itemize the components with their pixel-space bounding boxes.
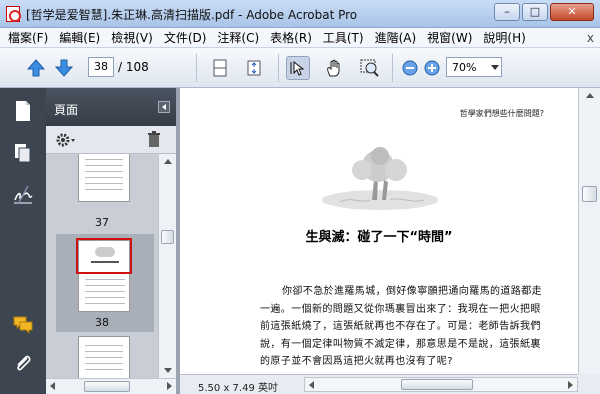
scroll-thumb[interactable] bbox=[401, 379, 473, 390]
menu-bar: 檔案(F) 編輯(E) 檢視(V) 文件(D) 注释(C) 表格(R) 工具(T) 進階(A)… bbox=[0, 28, 600, 48]
comments-icon[interactable] bbox=[12, 314, 34, 336]
scroll-thumb[interactable] bbox=[582, 186, 597, 202]
close-button[interactable]: ✕ bbox=[550, 3, 594, 21]
trash-icon[interactable] bbox=[146, 130, 162, 151]
arrow-down-icon[interactable] bbox=[52, 56, 76, 80]
scroll-up-icon[interactable] bbox=[586, 93, 594, 98]
menu-item[interactable]: 進階(A) bbox=[375, 28, 417, 48]
menu-item[interactable]: 編輯(E) bbox=[59, 28, 100, 48]
document-scrollbar[interactable] bbox=[578, 88, 600, 374]
hand-icon[interactable] bbox=[322, 56, 346, 80]
status-bar: 5.50 x 7.49 英吋 bbox=[180, 374, 578, 394]
title-bar: [哲学是爱智慧].朱正琳.高清扫描版.pdf - Adobe Acrobat P… bbox=[0, 0, 600, 28]
zoom-out-icon[interactable] bbox=[398, 56, 422, 80]
menu-item[interactable]: 檔案(F) bbox=[8, 28, 48, 48]
close-document-button[interactable]: x bbox=[587, 31, 594, 45]
menu-item[interactable]: 表格(R) bbox=[270, 28, 312, 48]
panel-header: 頁面 bbox=[46, 88, 176, 126]
fit-page-icon[interactable] bbox=[242, 56, 266, 80]
document-view: 哲學家們想些什麽問題? 生與滅：碰了一下“時間” 你卻不急於進羅馬城，倒好像寧願… bbox=[180, 88, 600, 394]
page-size-readout: 5.50 x 7.49 英吋 bbox=[198, 383, 278, 394]
menu-item[interactable]: 工具(T) bbox=[323, 28, 364, 48]
scroll-up-icon[interactable] bbox=[164, 159, 172, 164]
pages-icon[interactable] bbox=[12, 100, 34, 122]
zoom-select[interactable]: 70% bbox=[446, 57, 502, 77]
options-gear-icon[interactable] bbox=[54, 130, 78, 153]
body-paragraph: 你卻不急於進羅馬城，倒好像寧願把通向羅馬的道路都走一遍。一個新的問題又從你瑪裏冒… bbox=[260, 283, 550, 371]
page-thumbnail[interactable] bbox=[78, 154, 130, 202]
collapse-panel-button[interactable] bbox=[158, 101, 170, 113]
document-horizontal-scrollbar[interactable] bbox=[304, 377, 578, 392]
signature-icon[interactable] bbox=[12, 184, 34, 206]
running-head: 哲學家們想些什麽問題? bbox=[459, 109, 544, 118]
thumbnail-list: 37 38 bbox=[46, 154, 158, 378]
scroll-left-icon[interactable] bbox=[309, 381, 314, 389]
navigation-rail bbox=[0, 88, 46, 394]
maximize-button[interactable]: □ bbox=[522, 3, 548, 21]
select-cursor-icon[interactable] bbox=[286, 56, 310, 80]
scroll-thumb[interactable] bbox=[161, 230, 174, 244]
zoom-value: 70% bbox=[452, 61, 477, 74]
minimize-button[interactable]: – bbox=[494, 3, 520, 21]
panel-title: 頁面 bbox=[54, 103, 79, 117]
paragraph-text: 你卻不急於進羅馬城，倒好像寧願把通向羅馬的道路都走一遍。一個新的問題又從你瑪裏冒… bbox=[260, 286, 542, 367]
menu-item[interactable]: 文件(D) bbox=[164, 28, 207, 48]
thumbnail-label: 37 bbox=[95, 216, 109, 229]
menu-item[interactable]: 注释(C) bbox=[217, 28, 259, 48]
chapter-illustration bbox=[322, 147, 438, 210]
arrow-up-icon[interactable] bbox=[24, 56, 48, 80]
menu-item[interactable]: 檢視(V) bbox=[111, 28, 153, 48]
marquee-zoom-icon[interactable] bbox=[358, 56, 382, 80]
acrobat-icon bbox=[6, 6, 21, 22]
attachment-icon[interactable] bbox=[12, 352, 34, 374]
chevron-down-icon bbox=[491, 65, 499, 70]
scroll-left-icon[interactable] bbox=[50, 382, 55, 390]
scroll-right-icon[interactable] bbox=[568, 381, 573, 389]
pages-panel: 頁面 37 38 bbox=[46, 88, 176, 394]
page-thumbnail-current[interactable] bbox=[76, 238, 132, 312]
copy-pages-icon[interactable] bbox=[12, 142, 34, 164]
page-thumbnail[interactable] bbox=[78, 336, 130, 378]
page-number-input[interactable]: 38 bbox=[88, 57, 114, 77]
window-title: [哲学是爱智慧].朱正琳.高清扫描版.pdf - Adobe Acrobat P… bbox=[26, 8, 358, 22]
thumbnail-scrollbar[interactable] bbox=[158, 154, 176, 378]
document-page: 哲學家們想些什麽問題? 生與滅：碰了一下“時間” 你卻不急於進羅馬城，倒好像寧願… bbox=[180, 88, 578, 374]
zoom-in-icon[interactable] bbox=[420, 56, 444, 80]
scroll-right-icon[interactable] bbox=[167, 382, 172, 390]
panel-toolbar bbox=[46, 126, 176, 154]
scroll-down-icon[interactable] bbox=[164, 368, 172, 373]
page-total: / 108 bbox=[118, 60, 149, 74]
menu-item[interactable]: 說明(H) bbox=[483, 28, 525, 48]
single-page-icon[interactable] bbox=[208, 56, 232, 80]
thumbnail-label: 38 bbox=[95, 316, 109, 329]
scrollbar-corner bbox=[578, 374, 600, 394]
menu-item[interactable]: 視窗(W) bbox=[427, 28, 472, 48]
toolbar: 38 / 108 70% bbox=[0, 48, 600, 88]
scroll-thumb[interactable] bbox=[84, 381, 130, 392]
chapter-title: 生與滅：碰了一下“時間” bbox=[305, 230, 453, 245]
panel-horizontal-scrollbar[interactable] bbox=[46, 378, 176, 394]
